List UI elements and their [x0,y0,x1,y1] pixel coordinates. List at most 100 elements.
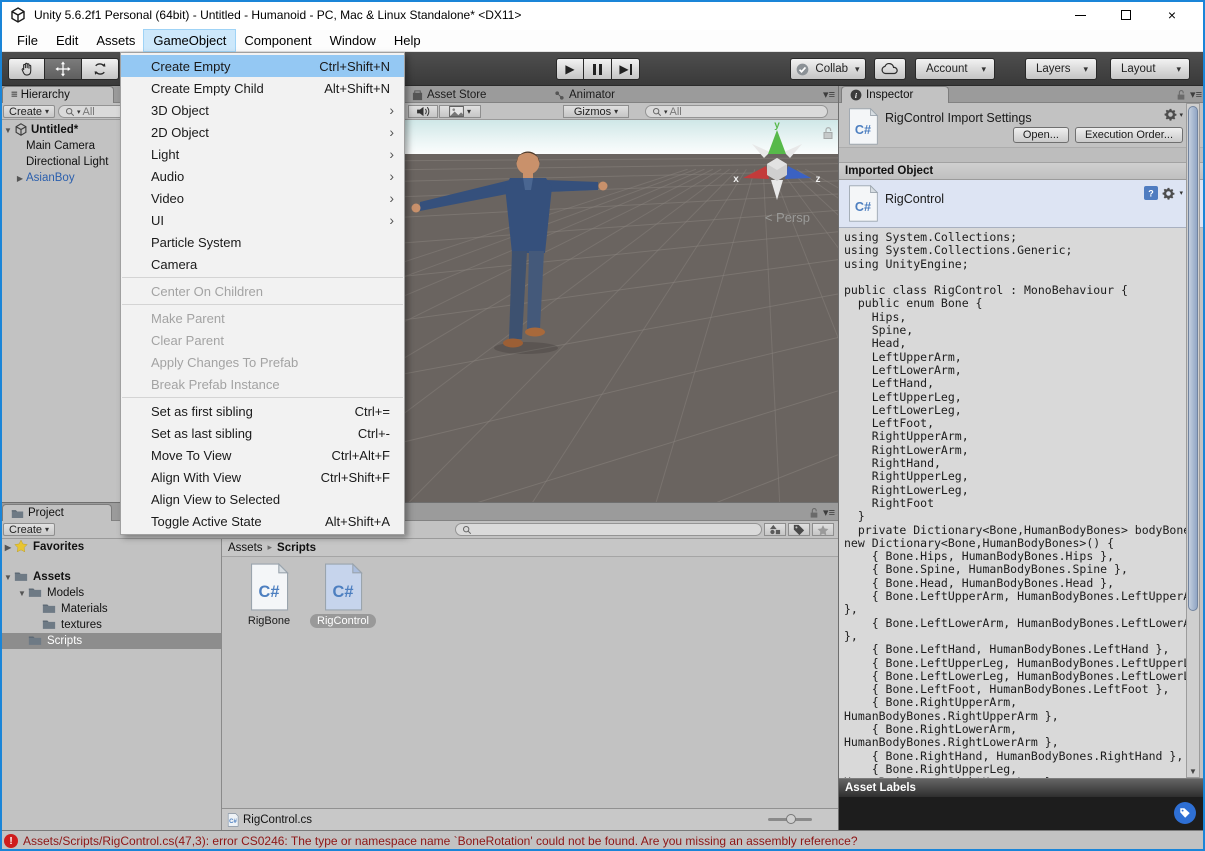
asset-label-tag-button[interactable] [1174,802,1196,824]
expander-icon[interactable]: ▶ [2,543,14,552]
hierarchy-create-button[interactable]: Create ▾ [3,105,55,118]
pause-button[interactable] [584,58,612,80]
hand-tool-button[interactable] [8,58,45,80]
collab-button[interactable]: Collab ▾ [790,58,866,80]
panel-menu-icon[interactable]: ▾≡ [823,88,834,101]
menubar-item-file[interactable]: File [8,30,47,51]
project-search-input[interactable] [455,523,762,536]
search-filter-arrow-icon: ▾ [77,108,81,116]
menubar-item-window[interactable]: Window [321,30,385,51]
menu-item-audio[interactable]: Audio› [121,165,404,187]
menu-item-toggle-active-state[interactable]: Toggle Active StateAlt+Shift+A [121,510,404,532]
menu-item-3d-object[interactable]: 3D Object› [121,99,404,121]
menu-item-set-as-first-sibling[interactable]: Set as first siblingCtrl+= [121,400,404,422]
project-folder-materials[interactable]: Materials [0,601,221,617]
expander-icon[interactable]: ▼ [16,589,28,598]
menu-item-particle-system[interactable]: Particle System [121,231,404,253]
thumbnail-zoom-slider[interactable] [768,818,812,821]
menu-item-light[interactable]: Light› [121,143,404,165]
cloud-button[interactable] [874,58,906,80]
gear-icon[interactable] [1162,187,1175,200]
tab-animator[interactable]: Animator [548,87,621,103]
scroll-down-arrow-icon[interactable]: ▼ [1187,767,1199,776]
perspective-label[interactable]: < Persp [765,210,810,225]
breadcrumb-current[interactable]: Scripts [277,542,316,554]
menu-item-camera[interactable]: Camera [121,253,404,275]
gear-icon[interactable] [1164,108,1177,121]
execution-order-button[interactable]: Execution Order... [1075,127,1183,143]
panel-menu-icon[interactable]: ▾≡ [823,506,834,519]
folder-icon [28,586,42,598]
project-folder-textures[interactable]: textures [0,617,221,633]
hierarchy-tab[interactable]: ≡ Hierarchy [2,86,114,103]
effects-dropdown-button[interactable]: ▾ [439,105,481,118]
minimize-button[interactable] [1057,0,1103,30]
gizmos-dropdown-button[interactable]: Gizmos ▾ [563,105,629,118]
asset-labels-header[interactable]: Asset Labels [839,778,1205,797]
menu-item-video[interactable]: Video› [121,187,404,209]
favorite-search-button[interactable] [812,523,834,536]
slider-thumb[interactable] [786,814,796,824]
chevron-down-icon: ▾ [855,64,860,75]
project-tab[interactable]: Project [2,504,112,521]
menu-item-ui[interactable]: UI› [121,209,404,231]
account-dropdown[interactable]: Account ▾ [915,58,995,80]
axis-x-label: x [733,174,739,185]
search-by-label-button[interactable] [788,523,810,536]
folder-icon [28,634,42,646]
tab-label: Asset Store [427,89,486,101]
scene-orientation-gizmo[interactable]: y x z [718,122,836,214]
menubar-item-assets[interactable]: Assets [87,30,144,51]
menubar-item-gameobject[interactable]: GameObject [144,30,235,51]
lock-icon[interactable] [1176,89,1186,101]
project-create-button[interactable]: Create ▾ [3,523,55,536]
panel-menu-icon[interactable]: ▾≡ [1190,88,1201,101]
scene-search-input[interactable]: ▾ All [645,105,828,118]
import-settings-title: RigControl Import Settings [885,111,1032,125]
rotate-tool-button[interactable] [82,58,119,80]
open-button[interactable]: Open... [1013,127,1069,143]
tab-asset-store[interactable]: Asset Store [406,87,492,103]
breadcrumb-root[interactable]: Assets [228,542,263,554]
expander-icon[interactable]: ▼ [2,126,14,135]
menu-item-create-empty[interactable]: Create EmptyCtrl+Shift+N [121,55,404,77]
menu-item-set-as-last-sibling[interactable]: Set as last siblingCtrl+- [121,422,404,444]
object-name: RigControl [885,192,944,206]
asset-rigcontrol[interactable]: C#RigControl [308,563,378,628]
menubar-item-component[interactable]: Component [235,30,320,51]
layout-dropdown[interactable]: Layout ▾ [1110,58,1190,80]
maximize-button[interactable] [1103,0,1149,30]
play-button[interactable]: ▶ [556,58,584,80]
inspector-tab[interactable]: i Inspector [841,86,949,103]
menu-item-align-with-view[interactable]: Align With ViewCtrl+Shift+F [121,466,404,488]
menu-item-align-view-to-selected[interactable]: Align View to Selected [121,488,404,510]
search-by-type-button[interactable] [764,523,786,536]
inspector-scrollbar[interactable]: ▼ [1186,103,1200,778]
project-folder-scripts[interactable]: Scripts [0,633,221,649]
project-folder-favorites[interactable]: ▶Favorites [0,539,221,555]
status-bar[interactable]: ! Assets/Scripts/RigControl.cs(47,3): er… [0,830,1205,851]
hierarchy-item-label: Untitled* [31,124,78,136]
menubar-item-edit[interactable]: Edit [47,30,87,51]
chevron-down-icon: ▾ [981,64,986,75]
menu-item-create-empty-child[interactable]: Create Empty ChildAlt+Shift+N [121,77,404,99]
menubar-item-help[interactable]: Help [385,30,430,51]
lock-icon[interactable] [809,507,819,519]
audio-toggle-button[interactable] [408,105,438,118]
menu-item-2d-object[interactable]: 2D Object› [121,121,404,143]
layers-dropdown[interactable]: Layers ▾ [1025,58,1097,80]
scrollbar-thumb[interactable] [1188,106,1198,611]
close-button[interactable]: × [1149,0,1195,30]
csharp-script-icon: C# [846,108,880,145]
project-folder-assets[interactable]: ▼Assets [0,569,221,585]
step-button[interactable]: ▶ [612,58,640,80]
help-icon[interactable]: ? [1144,186,1158,200]
csharp-script-icon: C# [321,563,365,611]
expander-icon[interactable]: ▼ [2,573,14,582]
project-folder-models[interactable]: ▼Models [0,585,221,601]
move-tool-button[interactable] [45,58,82,80]
expander-icon[interactable]: ▶ [14,174,26,183]
menu-item-move-to-view[interactable]: Move To ViewCtrl+Alt+F [121,444,404,466]
asset-rigbone[interactable]: C#RigBone [234,563,304,628]
chevron-down-icon: ▾ [467,107,471,116]
